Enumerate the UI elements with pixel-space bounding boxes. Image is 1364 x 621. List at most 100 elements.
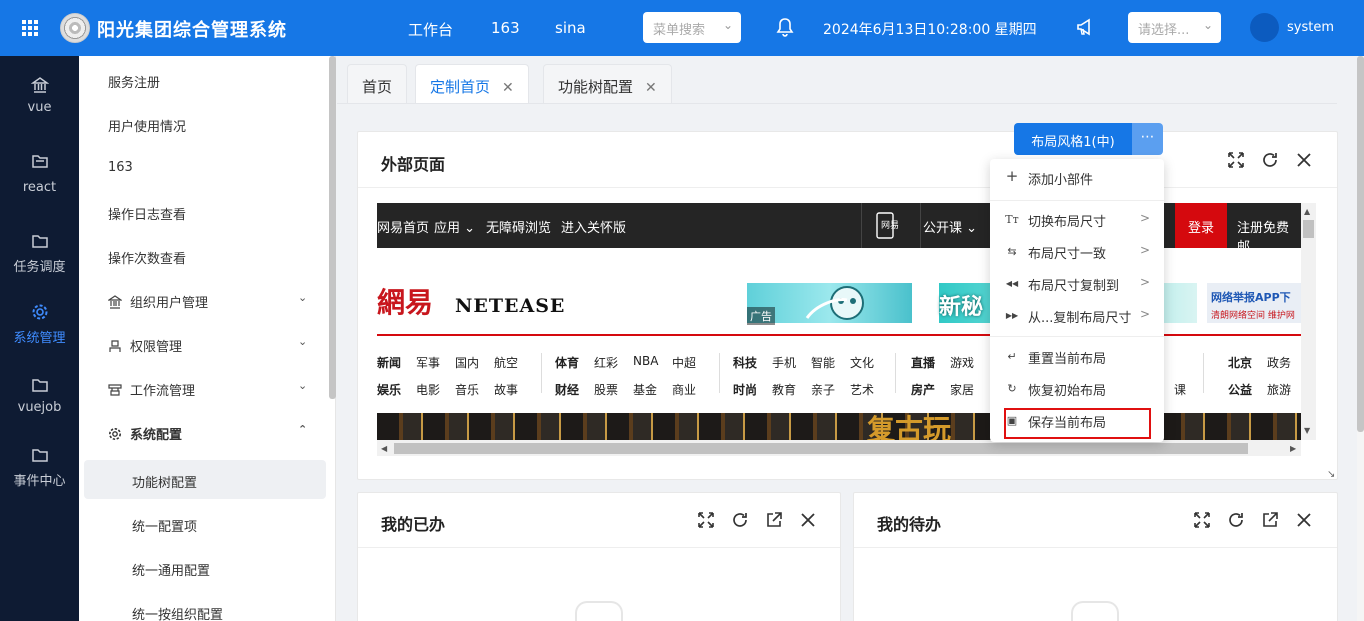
netease-channel-link[interactable]: 红彩 <box>594 354 618 371</box>
menu-item-restore-layout[interactable]: ↻ 恢复初始布局 <box>990 375 1164 403</box>
netease-channel-link[interactable]: 教育 <box>772 381 796 398</box>
scroll-right-arrow-icon[interactable]: ▶ <box>1290 444 1296 453</box>
sidebar-group-permission[interactable]: 权限管理 ⌄ <box>108 335 307 355</box>
tab-home[interactable]: 首页 <box>347 64 408 104</box>
netease-channel-link[interactable]: 政务 <box>1267 354 1291 371</box>
close-icon[interactable]: ✕ <box>502 80 514 96</box>
netease-channel-link[interactable]: 娱乐 <box>377 381 401 398</box>
ad-banner-3[interactable]: 网络举报APP下 清朗网络空间 维护网 <box>1207 283 1301 323</box>
netease-channel-link[interactable]: 北京 <box>1228 354 1252 371</box>
netease-channel-link[interactable]: 智能 <box>811 354 835 371</box>
netease-channel-link[interactable]: 财经 <box>555 381 579 398</box>
netease-channel-link[interactable]: 中超 <box>672 354 696 371</box>
scroll-up-arrow-icon[interactable]: ▲ <box>1304 207 1310 216</box>
sidebar-item-operation-log[interactable]: 操作日志查看 <box>108 204 186 223</box>
close-icon[interactable] <box>1295 511 1313 529</box>
netease-login-button[interactable]: 登录 <box>1175 203 1227 248</box>
netease-channel-link[interactable]: 艺术 <box>850 381 874 398</box>
tab-function-tree[interactable]: 功能树配置 ✕ <box>543 64 672 104</box>
tab-custom-home[interactable]: 定制首页 ✕ <box>415 64 529 104</box>
sidebar-group-org-user[interactable]: 组织用户管理 ⌄ <box>108 291 307 311</box>
mobile-icon[interactable]: 网易 <box>861 203 921 248</box>
fullscreen-icon[interactable] <box>1193 511 1211 529</box>
netease-channel-link[interactable]: 股票 <box>594 381 618 398</box>
refresh-icon[interactable] <box>731 511 749 529</box>
nav-sina[interactable]: sina <box>555 19 586 37</box>
bell-icon[interactable] <box>776 17 794 37</box>
frame-vertical-thumb[interactable] <box>1303 220 1314 238</box>
fullscreen-icon[interactable] <box>697 511 715 529</box>
netease-channel-link[interactable]: 商业 <box>672 381 696 398</box>
avatar[interactable] <box>1250 13 1279 42</box>
netease-channel-link[interactable]: 故事 <box>494 381 518 398</box>
external-link-icon[interactable] <box>1261 511 1279 529</box>
menu-search-select[interactable]: 菜单搜索 ⌄ <box>643 12 741 43</box>
frame-horizontal-thumb[interactable] <box>394 443 1248 454</box>
sidebar-item-operation-count[interactable]: 操作次数查看 <box>108 248 186 267</box>
netease-channel-link[interactable]: 时尚 <box>733 381 757 398</box>
menu-item-copy-size-to[interactable]: ◀◀ 布局尺寸复制到 > <box>990 270 1164 298</box>
more-icon[interactable]: ⋯ <box>1132 123 1163 155</box>
netease-channel-link[interactable]: 基金 <box>633 381 657 398</box>
external-link-icon[interactable] <box>765 511 783 529</box>
close-icon[interactable] <box>799 511 817 529</box>
netease-care-link[interactable]: 进入关怀版 <box>561 217 626 236</box>
sidebar-sub-common-config[interactable]: 统一通用配置 <box>132 560 210 579</box>
layout-style-button[interactable]: 布局风格1(中) <box>1014 123 1132 155</box>
netease-channel-link[interactable]: 体育 <box>555 354 579 371</box>
netease-accessibility-link[interactable]: 无障碍浏览 <box>486 217 551 236</box>
menu-item-add-widget[interactable]: + 添加小部件 <box>990 164 1164 192</box>
scroll-left-arrow-icon[interactable]: ◀ <box>381 444 387 453</box>
nav-workbench[interactable]: 工作台 <box>408 19 453 40</box>
rail-item-vue[interactable]: vue <box>0 76 79 115</box>
notification-horn-icon[interactable] <box>1075 17 1095 37</box>
netease-register-link[interactable]: 注册免费邮 <box>1237 217 1301 255</box>
netease-channel-link[interactable]: 游戏 <box>950 354 974 371</box>
netease-channel-link[interactable]: 手机 <box>772 354 796 371</box>
netease-channel-link[interactable]: 电影 <box>416 381 440 398</box>
netease-channel-link[interactable]: 新闻 <box>377 354 401 371</box>
menu-item-switch-size[interactable]: Tт 切换布局尺寸 > <box>990 206 1164 234</box>
frame-vertical-scrollbar[interactable] <box>1301 203 1316 440</box>
netease-channel-link[interactable]: 军事 <box>416 354 440 371</box>
sidebar-sub-unified-config[interactable]: 统一配置项 <box>132 516 197 535</box>
menu-item-uniform-size[interactable]: ⇆ 布局尺寸一致 > <box>990 238 1164 266</box>
nav-163[interactable]: 163 <box>491 19 520 37</box>
sidebar-group-system-config[interactable]: 系统配置 ⌃ <box>108 423 307 443</box>
netease-channel-link[interactable]: 科技 <box>733 354 757 371</box>
sidebar-item-user-usage[interactable]: 用户使用情况 <box>108 116 186 135</box>
org-select[interactable]: 请选择... ⌄ <box>1128 12 1221 43</box>
sidebar-item-163[interactable]: 163 <box>108 160 133 175</box>
main-scrollbar[interactable] <box>1357 56 1364 432</box>
netease-channel-link[interactable]: 音乐 <box>455 381 479 398</box>
refresh-icon[interactable] <box>1227 511 1245 529</box>
user-name[interactable]: system <box>1287 20 1334 35</box>
netease-channel-link[interactable]: 航空 <box>494 354 518 371</box>
resize-handle-icon[interactable]: ↘ <box>1327 469 1335 480</box>
rail-item-react[interactable]: react <box>0 152 79 195</box>
sidebar-item-service-register[interactable]: 服务注册 <box>108 72 160 91</box>
rail-item-system-manage[interactable]: 系统管理 <box>0 303 79 346</box>
netease-channel-link[interactable]: 文化 <box>850 354 874 371</box>
sidebar-group-workflow[interactable]: 工作流管理 ⌄ <box>108 379 307 399</box>
netease-channel-link[interactable]: 公益 <box>1228 381 1252 398</box>
close-icon[interactable] <box>1295 151 1313 169</box>
netease-channel-link[interactable]: 亲子 <box>811 381 835 398</box>
rail-item-task-schedule[interactable]: 任务调度 <box>0 232 79 275</box>
apps-grid-icon[interactable] <box>22 20 38 36</box>
netease-channel-link[interactable]: 国内 <box>455 354 479 371</box>
menu-item-copy-size-from[interactable]: ▶▶ 从...复制布局尺寸 > <box>990 302 1164 330</box>
menu-item-reset-layout[interactable]: ↵ 重置当前布局 <box>990 343 1164 371</box>
netease-channel-link[interactable]: 旅游 <box>1267 381 1291 398</box>
netease-channel-link[interactable]: NBA <box>633 354 658 368</box>
refresh-icon[interactable] <box>1261 151 1279 169</box>
rail-item-vuejob[interactable]: vuejob <box>0 376 79 415</box>
netease-channel-link[interactable]: 课 <box>1174 381 1186 398</box>
sidebar-sub-org-config[interactable]: 统一按组织配置 <box>132 604 223 621</box>
rail-item-event-center[interactable]: 事件中心 <box>0 446 79 489</box>
sidebar-sub-function-tree[interactable]: 功能树配置 <box>132 472 197 491</box>
fullscreen-icon[interactable] <box>1227 151 1245 169</box>
netease-channel-link[interactable]: 房产 <box>911 381 935 398</box>
scroll-down-arrow-icon[interactable]: ▼ <box>1304 426 1310 435</box>
netease-channel-link[interactable]: 家居 <box>950 381 974 398</box>
